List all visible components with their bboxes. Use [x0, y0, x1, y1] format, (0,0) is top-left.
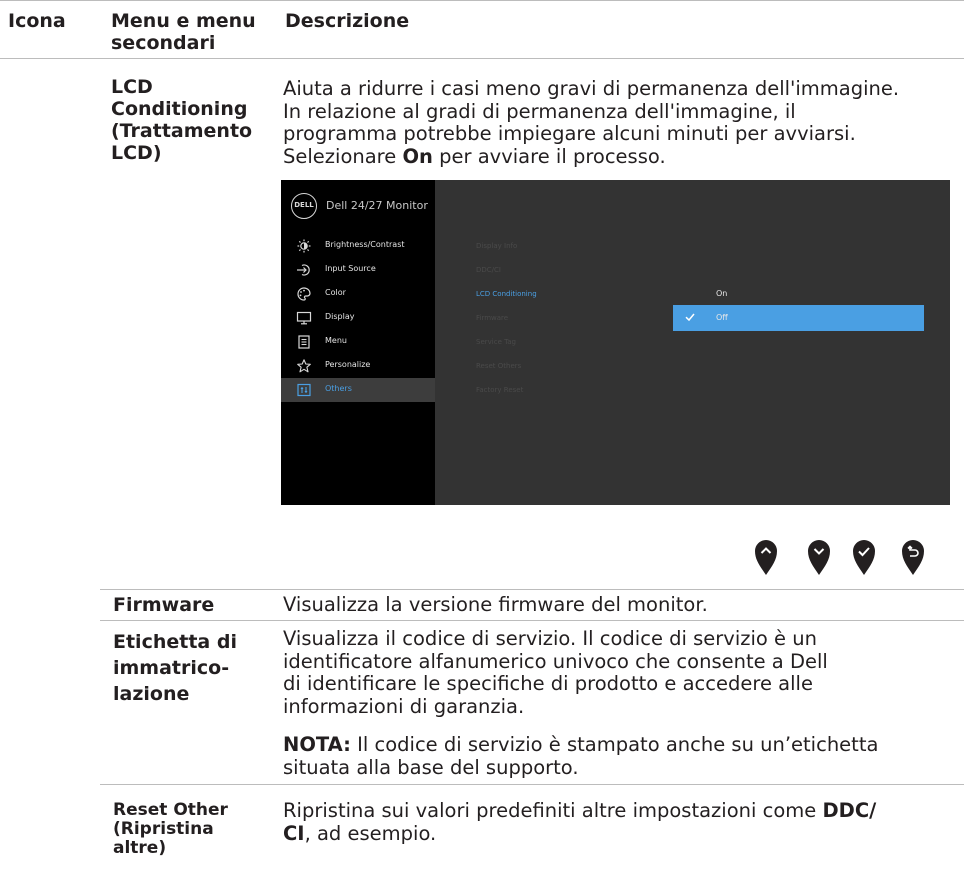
input-source-icon [297, 264, 310, 276]
row-rule [100, 620, 964, 621]
osd-sub-ddc-ci[interactable]: DDC/CI [476, 266, 501, 274]
osd-sub-service-tag[interactable]: Service Tag [476, 338, 516, 346]
confirm-button-icon [853, 540, 875, 575]
row-rule [100, 784, 964, 785]
osd-item-others[interactable]: Others [281, 378, 435, 402]
lcd-conditioning-label: LCD Conditioning (Trattamento LCD) [111, 76, 252, 164]
star-icon [297, 359, 311, 373]
lcd-label-line: Conditioning [111, 98, 248, 120]
lcd-label-line: (Trattamento [111, 120, 253, 142]
osd-title: Dell 24/27 Monitor [326, 199, 428, 212]
row-rule [100, 589, 964, 590]
reset-other-label-line: (Ripristina [113, 819, 214, 839]
service-tag-label-line: immatrico- [113, 657, 230, 679]
menu-icon [298, 335, 310, 349]
lcd-label-line: LCD [111, 76, 153, 98]
lcd-conditioning-description: Aiuta a ridurre i casi meno gravi di per… [283, 77, 900, 168]
desc-line: Aiuta a ridurre i casi meno gravi di per… [283, 77, 900, 100]
up-button-icon [755, 540, 777, 575]
osd-option-label: Off [716, 313, 728, 322]
table-top-rule [0, 0, 964, 1]
note-label: NOTA: [283, 733, 351, 756]
on-keyword: On [402, 144, 433, 168]
osd-item-label: Color [325, 288, 346, 297]
osd-item-label: Display [325, 312, 355, 321]
others-icon [297, 383, 311, 397]
service-tag-label-line: Etichetta di [113, 631, 237, 653]
desc-line: informazioni di garanzia. [283, 694, 525, 718]
color-palette-icon [297, 287, 311, 301]
dell-logo: DELL [291, 193, 317, 219]
header-rule [0, 58, 964, 59]
header-menu-line1: Menu e menu [111, 10, 256, 32]
desc-line: di identificare le specifiche di prodott… [283, 672, 813, 695]
desc-line: CI, ad esempio. [283, 821, 437, 845]
osd-item-label: Brightness/Contrast [325, 240, 405, 249]
osd-sub-factory-reset[interactable]: Factory Reset [476, 386, 523, 394]
desc-line: Ripristina sui valori predefiniti altre … [283, 799, 877, 822]
display-icon [296, 311, 312, 325]
header-description: Descrizione [285, 10, 410, 32]
osd-sub-display-info[interactable]: Display Info [476, 242, 517, 250]
osd-option-off[interactable]: Off [673, 305, 924, 331]
osd-main-menu: DELL Dell 24/27 Monitor Brightness/Contr… [281, 180, 435, 505]
osd-item-personalize[interactable]: Personalize [281, 354, 435, 378]
osd-item-label: Menu [325, 336, 347, 345]
back-button-icon [902, 540, 924, 575]
note-line: NOTA: Il codice di servizio è stampato a… [283, 733, 879, 756]
reset-other-label: Reset Other (Ripristina altre) [113, 801, 228, 858]
checkmark-icon [685, 313, 695, 322]
brightness-icon [297, 239, 311, 253]
osd-item-label: Others [325, 384, 352, 393]
osd-option-label: On [716, 289, 728, 298]
osd-item-display[interactable]: Display [281, 306, 435, 330]
osd-sub-reset-others[interactable]: Reset Others [476, 362, 521, 370]
lcd-label-line: LCD) [111, 142, 162, 164]
service-tag-description: Visualizza il codice di servizio. Il cod… [283, 627, 828, 718]
reset-other-description: Ripristina sui valori predefiniti altre … [283, 799, 877, 845]
osd-sub-firmware[interactable]: Firmware [476, 314, 508, 322]
firmware-description: Visualizza la versione firmware del moni… [283, 593, 708, 616]
desc-line: Selezionare On per avviare il processo. [283, 144, 666, 168]
osd-screenshot: DELL Dell 24/27 Monitor Brightness/Contr… [281, 180, 950, 505]
desc-line: Visualizza il codice di servizio. Il cod… [283, 627, 817, 650]
reset-other-label-line: altre) [113, 838, 167, 858]
osd-option-on[interactable]: On [673, 281, 924, 307]
firmware-label: Firmware [113, 594, 215, 616]
osd-item-label: Personalize [325, 360, 371, 369]
ddc-ci-keyword: DDC/ [822, 799, 877, 822]
desc-line: programma potrebbe impiegare alcuni minu… [283, 122, 856, 145]
reset-other-label-line: Reset Other [113, 800, 228, 820]
note-line: situata alla base del supporto. [283, 755, 579, 779]
service-tag-note: NOTA: Il codice di servizio è stampato a… [283, 733, 879, 779]
osd-item-menu[interactable]: Menu [281, 330, 435, 354]
down-button-icon [808, 540, 830, 575]
osd-sub-lcd-conditioning[interactable]: LCD Conditioning [476, 290, 537, 298]
header-icon: Icona [8, 10, 66, 32]
service-tag-label-line: lazione [113, 683, 190, 705]
ddc-ci-keyword: CI [283, 821, 305, 845]
header-menu: Menu e menu secondari [111, 10, 256, 54]
header-menu-line2: secondari [111, 32, 216, 54]
osd-item-input-source[interactable]: Input Source [281, 258, 435, 282]
osd-item-color[interactable]: Color [281, 282, 435, 306]
osd-item-brightness-contrast[interactable]: Brightness/Contrast [281, 234, 435, 258]
osd-item-label: Input Source [325, 264, 376, 273]
desc-line: In relazione al gradi di permanenza dell… [283, 99, 796, 123]
service-tag-label: Etichetta di immatrico- lazione [113, 631, 237, 705]
desc-line: identificatore alfanumerico univoco che … [283, 649, 828, 673]
